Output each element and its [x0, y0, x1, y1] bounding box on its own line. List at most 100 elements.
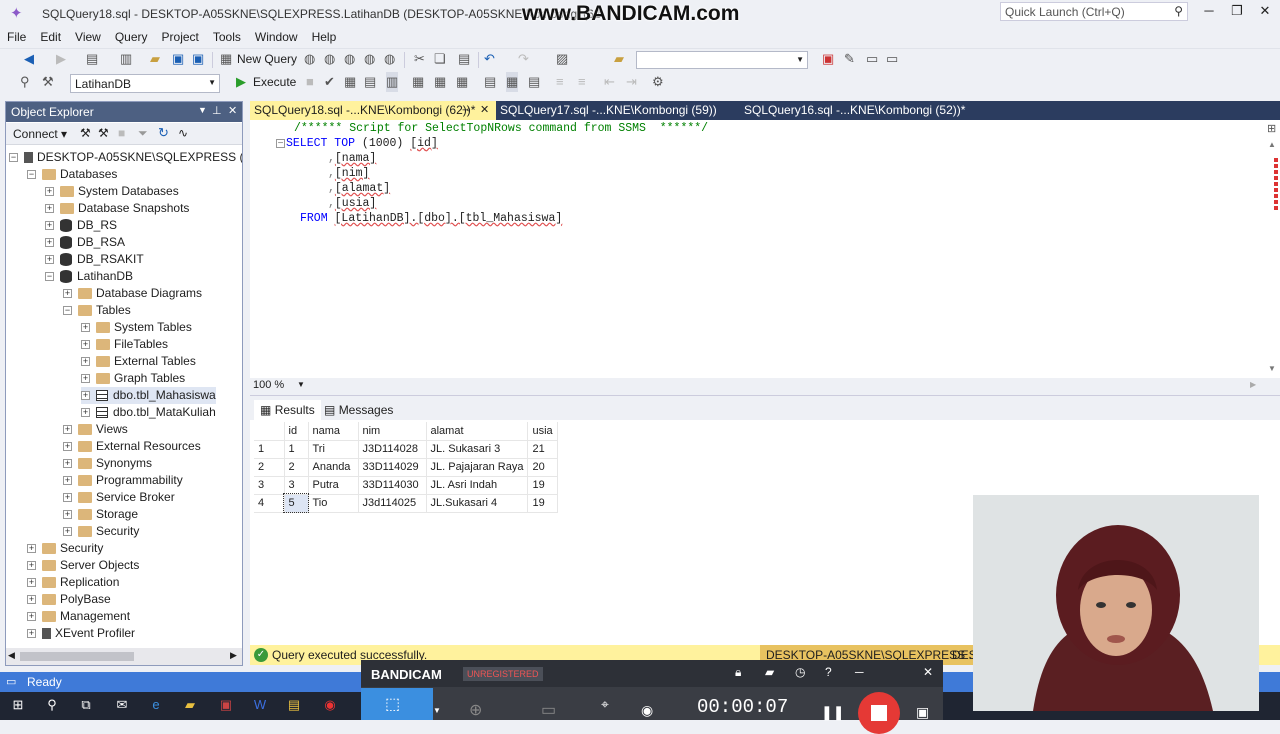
tree-node-service-broker[interactable]: + Service Broker: [63, 489, 175, 506]
tree-node-security[interactable]: + Security: [63, 523, 139, 540]
tree-node-dbo-tbl-mahasiswa[interactable]: + dbo.tbl_Mahasiswa: [81, 387, 216, 404]
change-connection-icon[interactable]: ⚒: [42, 72, 54, 92]
pause-icon[interactable]: ❚❚: [821, 704, 844, 721]
cell-alamat[interactable]: JL. Asri Indah: [426, 476, 529, 495]
expand-icon[interactable]: +: [63, 527, 72, 537]
expand-icon[interactable]: +: [45, 187, 54, 197]
undo-icon[interactable]: ↶: [484, 49, 495, 69]
cell-id[interactable]: 3: [284, 476, 309, 495]
scroll-thumb[interactable]: [20, 652, 134, 661]
collapse-icon[interactable]: −: [9, 153, 18, 163]
tree-node-db-rs[interactable]: + DB_RS: [45, 217, 117, 234]
refresh-icon[interactable]: ↻: [158, 125, 169, 141]
cell-id[interactable]: 2: [284, 458, 309, 477]
tree-node-server[interactable]: − DESKTOP-A05SKNE\SQLEXPRESS (SQL Serve: [9, 149, 242, 166]
close-icon[interactable]: ✕: [228, 104, 237, 117]
cell-nama[interactable]: Tio: [308, 494, 359, 513]
expand-icon[interactable]: +: [27, 595, 36, 605]
cell-usia[interactable]: 19: [527, 494, 559, 513]
word-icon[interactable]: W: [250, 697, 270, 715]
cell-alamat[interactable]: JL. Sukasari 3: [426, 440, 529, 459]
cell-nim[interactable]: 33D114029: [358, 458, 427, 477]
row-number[interactable]: 2: [254, 458, 285, 477]
expand-icon[interactable]: +: [27, 578, 36, 588]
disconnect-icon[interactable]: ⚒: [98, 126, 109, 140]
tree-node-external-resources[interactable]: + External Resources: [63, 438, 201, 455]
paste-icon[interactable]: ▤: [458, 49, 470, 69]
scroll-up-icon[interactable]: ▲: [1268, 140, 1276, 149]
tree-node-graph-tables[interactable]: + Graph Tables: [81, 370, 185, 387]
tree-node-system-tables[interactable]: + System Tables: [81, 319, 192, 336]
tree-node-databases[interactable]: − Databases: [27, 166, 117, 183]
tab-sqlquery17[interactable]: SQLQuery17.sql -...KNE\Kombongi (59)): [496, 101, 721, 120]
minimize-icon[interactable]: ─: [855, 665, 864, 679]
folder-icon[interactable]: ▰: [765, 665, 774, 679]
cell-nim[interactable]: 33D114030: [358, 476, 427, 495]
expand-icon[interactable]: +: [27, 544, 36, 554]
expand-icon[interactable]: +: [81, 408, 90, 418]
tree-node-database-snapshots[interactable]: + Database Snapshots: [45, 200, 189, 217]
tree-node-db-rsa[interactable]: + DB_RSA: [45, 234, 125, 251]
scroll-down-icon[interactable]: ▼: [1268, 364, 1276, 373]
col-header-alamat[interactable]: alamat: [426, 422, 529, 441]
sql-editor[interactable]: − /****** Script for SelectTopNRows comm…: [250, 120, 1264, 378]
close-icon[interactable]: ✕: [480, 101, 489, 120]
panel-menu-icon[interactable]: ▼: [198, 105, 207, 115]
tree-node-management[interactable]: + Management: [27, 608, 130, 625]
game-mode-icon[interactable]: ⊕: [469, 700, 482, 720]
split-icon[interactable]: ⊞: [1267, 122, 1276, 135]
pin-icon[interactable]: ⊥: [212, 104, 222, 117]
tree-node-polybase[interactable]: + PolyBase: [27, 591, 111, 608]
row-number[interactable]: 1: [254, 440, 285, 459]
col-header-nama[interactable]: nama: [308, 422, 359, 441]
collapse-icon[interactable]: −: [45, 272, 54, 282]
expand-icon[interactable]: +: [63, 289, 72, 299]
results-file-icon[interactable]: ▤: [528, 72, 540, 92]
filter-icon[interactable]: ⏷: [138, 126, 148, 141]
tree-node-programmability[interactable]: + Programmability: [63, 472, 183, 489]
expand-icon[interactable]: +: [45, 221, 54, 231]
execute-icon[interactable]: ▶: [236, 72, 246, 92]
redo-icon[interactable]: ↷: [518, 49, 529, 69]
menu-file[interactable]: File: [0, 28, 33, 46]
tree-node-xevent-profiler[interactable]: + XEvent Profiler: [27, 625, 135, 642]
expand-icon[interactable]: +: [27, 561, 36, 571]
expand-icon[interactable]: +: [63, 459, 72, 469]
menu-help[interactable]: Help: [305, 28, 344, 46]
cell-alamat[interactable]: JL.Sukasari 4: [426, 494, 529, 513]
tree-node-security[interactable]: + Security: [27, 540, 103, 557]
editor-vertical-scrollbar[interactable]: ⊞ ▲ ▼: [1264, 120, 1280, 378]
solution-explorer-icon[interactable]: ▣: [822, 49, 834, 69]
query-options-icon[interactable]: ▤: [364, 72, 376, 92]
mouse-icon[interactable]: ⌖: [601, 696, 609, 713]
tree-node-system-databases[interactable]: + System Databases: [45, 183, 179, 200]
collapse-icon[interactable]: −: [276, 139, 285, 149]
tab-messages[interactable]: ▤ Messages: [318, 400, 399, 420]
open-file-icon[interactable]: ▰: [150, 49, 160, 69]
scroll-right-icon[interactable]: ▶: [1250, 380, 1256, 389]
row-number[interactable]: 4: [254, 494, 285, 513]
sticky-notes-icon[interactable]: ▤: [284, 697, 304, 715]
help-icon[interactable]: ?: [825, 665, 832, 679]
expand-icon[interactable]: +: [45, 238, 54, 248]
collapse-icon[interactable]: −: [27, 170, 36, 180]
tree-node-synonyms[interactable]: + Synonyms: [63, 455, 152, 472]
find-combo[interactable]: ▼: [636, 51, 808, 69]
tree-node-external-tables[interactable]: + External Tables: [81, 353, 196, 370]
timer-icon[interactable]: ◷: [795, 665, 805, 679]
cut-icon[interactable]: ✂: [414, 49, 425, 69]
query-dax-icon[interactable]: ◍: [384, 49, 395, 69]
close-button[interactable]: ✕: [1251, 3, 1279, 21]
comment-icon[interactable]: ≡: [556, 72, 564, 92]
cell-nim[interactable]: J3D114028: [358, 440, 427, 459]
expand-icon[interactable]: +: [63, 510, 72, 520]
cell-nama[interactable]: Putra: [308, 476, 359, 495]
file-explorer-icon[interactable]: ▰: [180, 697, 200, 715]
expand-icon[interactable]: +: [81, 340, 90, 350]
expand-icon[interactable]: +: [81, 323, 90, 333]
live-stats-icon[interactable]: ▦: [434, 72, 446, 92]
new-query-icon[interactable]: ▦: [220, 49, 232, 69]
connect-icon[interactable]: ⚒: [80, 126, 91, 140]
cell-id[interactable]: 1: [284, 440, 309, 459]
webcam-toggle-icon[interactable]: ◉: [641, 702, 653, 719]
